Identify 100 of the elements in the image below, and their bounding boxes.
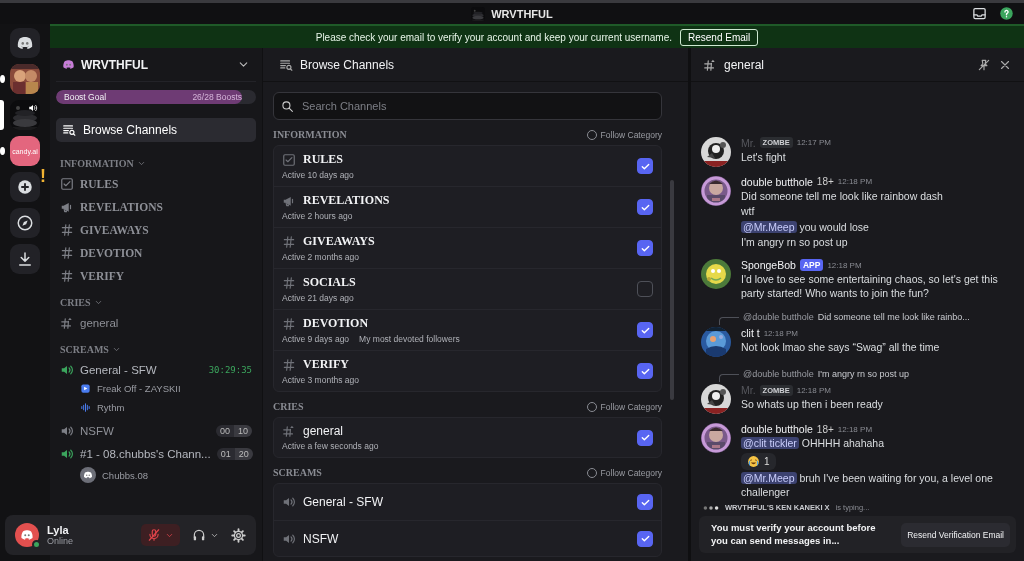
name-suffix: 18+	[816, 176, 834, 188]
message-text: @clit tickler OHHHH ahahaha	[741, 437, 886, 452]
channel-name: NSFW	[303, 531, 339, 546]
category-name: INFORMATION	[273, 129, 347, 140]
follow-category-toggle[interactable]: Follow Category	[586, 401, 662, 412]
resend-verification-button[interactable]: Resend Verification Email	[901, 522, 1010, 547]
checkbox[interactable]	[637, 322, 653, 338]
resend-email-button[interactable]: Resend Email	[680, 28, 759, 46]
speaker-icon	[28, 103, 38, 113]
voice-timer: 30:29:35	[208, 364, 252, 375]
hash-icon	[60, 268, 74, 283]
channel-activity: Active 3 months ago	[282, 375, 359, 385]
username: Lyla	[47, 524, 69, 536]
channel-name: DEVOTION	[303, 316, 369, 331]
settings-icon[interactable]	[231, 527, 246, 543]
timestamp: 12:18 PM	[763, 328, 798, 338]
checkbox[interactable]	[637, 494, 653, 510]
message-text: I'd love to see some entertaining chaos, so let's get this party started! Who wants to join the fun?	[741, 273, 999, 301]
chevron-down-icon	[136, 159, 146, 168]
channel-item[interactable]: #1 - 08.chubbs's Chann...	[80, 447, 211, 460]
checkbox[interactable]	[637, 199, 653, 215]
banner-text: Please check your email to verify your account and keep your current username.	[315, 31, 672, 43]
check-square-icon	[60, 176, 74, 191]
hash-icon	[282, 234, 296, 249]
message-text: I'm angry rn so post up	[741, 236, 849, 251]
channel-name: REVELATIONS	[303, 193, 390, 208]
voice-member[interactable]: Chubbs.08	[102, 469, 148, 481]
scrollbar[interactable]	[670, 180, 674, 400]
follow-category-toggle[interactable]: Follow Category	[586, 129, 662, 140]
server-name[interactable]: WRVTHFUL	[81, 57, 231, 72]
mention-link[interactable]: @clit tickler	[741, 437, 799, 450]
channel-item[interactable]: General - SFW	[80, 363, 203, 376]
checkbox[interactable]	[637, 281, 653, 297]
crying-laughing-emoji-icon	[747, 455, 760, 469]
typing-dots-icon	[703, 504, 719, 511]
panel-title: Browse Channels	[300, 57, 395, 72]
channel-topic: My most devoted followers	[359, 334, 460, 344]
download-icon	[16, 250, 34, 268]
reply-author: @double butthole	[743, 312, 814, 323]
author-name[interactable]: double butthole	[741, 423, 813, 436]
checkbox[interactable]	[637, 363, 653, 379]
activity-text: Freak Off - ZAYSKII	[97, 383, 181, 394]
checkbox[interactable]	[637, 429, 653, 446]
verify-text: You must verify your account before you can send messages in...	[711, 522, 877, 547]
compass-icon	[16, 214, 34, 232]
hash-icon	[282, 316, 296, 331]
boost-goal-bar[interactable]: Boost Goal 26/28 Boosts	[56, 90, 256, 104]
headphones-icon	[192, 528, 206, 542]
reply-line	[719, 374, 739, 383]
checkbox[interactable]	[637, 158, 653, 174]
timestamp: 12:17 PM	[796, 138, 831, 148]
author-name[interactable]: double butthole	[741, 175, 813, 188]
message-text: Let's fight	[741, 150, 787, 165]
category-name[interactable]: SCREAMS	[60, 344, 109, 355]
inbox-icon[interactable]	[972, 6, 987, 21]
category-name: CRIES	[273, 401, 304, 412]
channel-name: VERIFY	[303, 357, 349, 372]
chevron-down-icon	[93, 298, 103, 307]
channel-item[interactable]: NSFW	[80, 424, 210, 437]
window-title: WRVTHFUL	[491, 7, 553, 20]
checkmark-icon	[639, 432, 651, 443]
hash-icon	[282, 275, 296, 290]
channel-item[interactable]: REVELATIONS	[80, 200, 252, 213]
voice-member[interactable]: Rythm	[97, 402, 125, 413]
channel-item[interactable]: DEVOTION	[80, 246, 252, 259]
search-field[interactable]: Search Channels	[273, 92, 662, 120]
author-name[interactable]: clit t	[741, 327, 760, 340]
check-square-icon	[282, 152, 296, 167]
category-name[interactable]: CRIES	[60, 297, 91, 308]
speaker-icon	[282, 495, 296, 509]
muted-mic-icon	[147, 528, 161, 542]
pin-slash-icon[interactable]	[977, 57, 991, 72]
boost-count: 26/28 Boosts	[192, 92, 242, 102]
hash-icon	[60, 315, 74, 330]
channel-item[interactable]: RULES	[80, 177, 252, 190]
mention-link[interactable]: @Mr.Meep	[741, 472, 797, 485]
boost-label: Boost Goal	[64, 92, 107, 102]
reply-author: @double butthole	[743, 369, 814, 380]
reaction-button[interactable]: 1	[741, 453, 776, 471]
category-name[interactable]: INFORMATION	[60, 158, 134, 169]
message-text: Did someone tell me look like rainbow dash	[741, 189, 944, 204]
timestamp: 12:18 PM	[796, 385, 831, 395]
play-icon	[80, 383, 91, 394]
channel-name: SOCIALS	[303, 275, 356, 290]
plus-icon	[16, 178, 34, 196]
follow-category-toggle[interactable]: Follow Category	[586, 467, 662, 478]
mention-link[interactable]: @Mr.Meep	[741, 220, 797, 233]
checkbox[interactable]	[637, 240, 653, 256]
browse-list-icon	[279, 57, 293, 72]
help-icon[interactable]	[999, 6, 1014, 21]
author-name[interactable]: SpongeBob	[741, 259, 796, 272]
channel-item[interactable]: GIVEAWAYS	[80, 223, 252, 236]
browse-channels-item[interactable]: Browse Channels	[56, 118, 256, 142]
reply-text: I'm angry rn so post up	[817, 369, 909, 380]
microphone-button[interactable]	[141, 524, 180, 546]
timestamp: 12:18 PM	[827, 260, 862, 270]
channel-item[interactable]: general	[80, 316, 252, 329]
channel-item[interactable]: VERIFY	[80, 269, 252, 282]
checkbox[interactable]	[637, 530, 653, 547]
server-badge-icon	[62, 58, 75, 71]
